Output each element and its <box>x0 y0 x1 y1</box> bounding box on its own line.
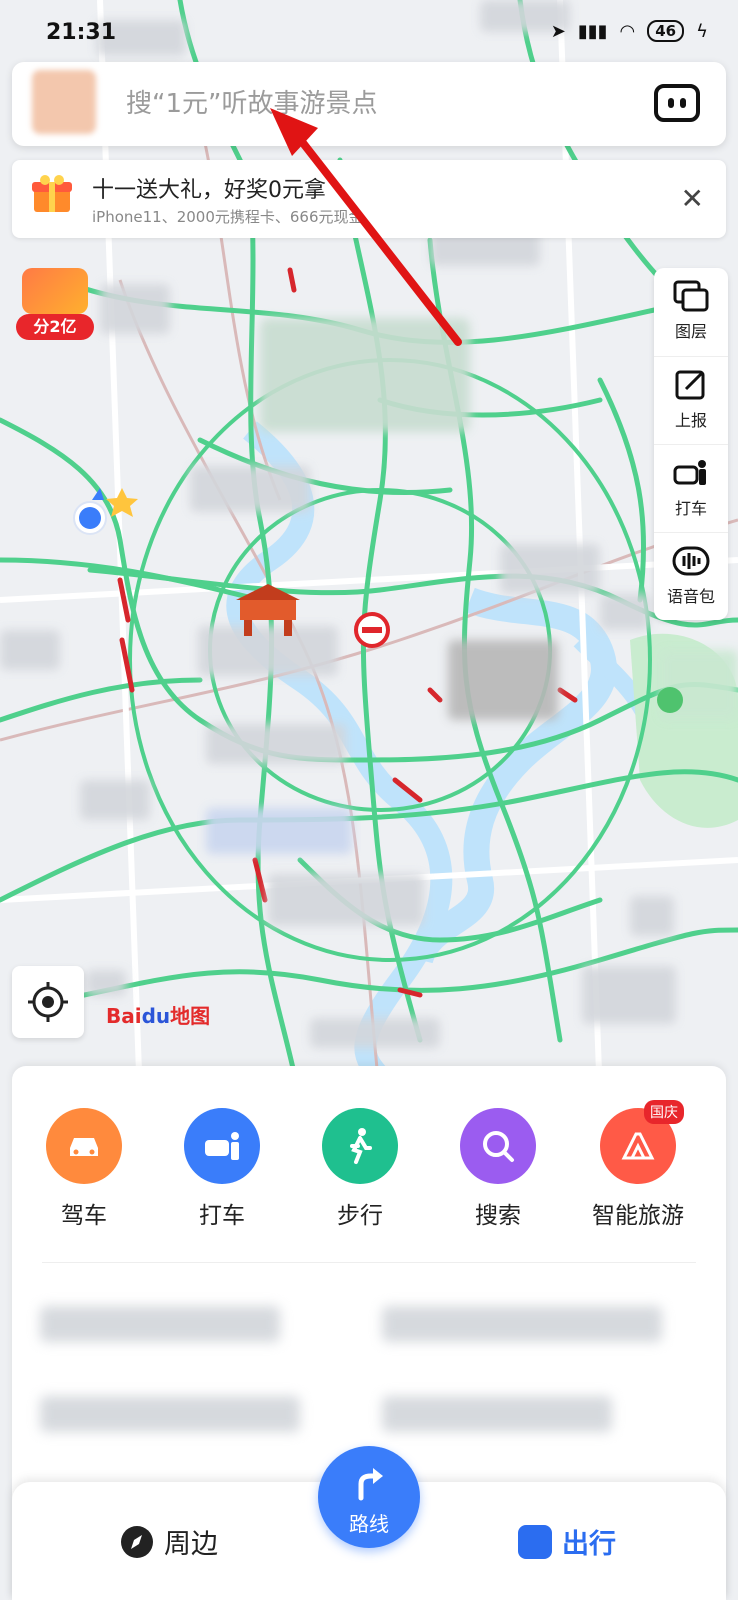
blurred-recommendation[interactable] <box>40 1396 300 1432</box>
route-button[interactable]: 路线 <box>318 1446 420 1548</box>
tool-voice-pack[interactable]: 语音包 <box>654 532 728 621</box>
charging-icon: ϟ <box>696 20 708 42</box>
walk-icon <box>322 1108 398 1184</box>
nav-nearby[interactable]: 周边 <box>120 1522 218 1561</box>
travel-icon: 国庆 <box>600 1100 684 1184</box>
voice-assistant-icon[interactable] <box>654 84 700 122</box>
bottom-nav: 周边 路线 出行 <box>12 1446 726 1600</box>
car-icon <box>46 1108 122 1184</box>
locate-button[interactable] <box>12 966 84 1038</box>
search-input[interactable] <box>124 80 608 128</box>
red-packet-label: 分2亿 <box>16 314 94 340</box>
red-packet-icon <box>22 268 88 314</box>
quick-action-travel[interactable]: 国庆 智能旅游 <box>578 1100 698 1230</box>
quick-action-walk-label: 步行 <box>337 1203 383 1229</box>
blurred-recommendation[interactable] <box>382 1306 662 1342</box>
quick-action-travel-label: 智能旅游 <box>592 1203 684 1229</box>
signal-icon: ▮▮▮ <box>577 20 608 42</box>
blurred-recommendation[interactable] <box>382 1396 612 1432</box>
holiday-badge: 国庆 <box>644 1100 684 1124</box>
nav-trip[interactable]: 出行 <box>518 1522 616 1561</box>
quick-action-taxi-label: 打车 <box>199 1203 245 1229</box>
close-icon[interactable]: ✕ <box>681 182 704 215</box>
tool-taxi[interactable]: 打车 <box>654 444 728 533</box>
route-label: 路线 <box>349 1512 389 1536</box>
tool-voice-pack-label: 语音包 <box>666 587 715 606</box>
brand-logo-suffix: 地图 <box>170 1004 211 1028</box>
quick-action-walk[interactable]: 步行 <box>300 1108 420 1230</box>
tool-report-label: 上报 <box>674 411 707 430</box>
brand-logo: Baidu地图 <box>106 1000 210 1029</box>
taxi-icon <box>184 1108 260 1184</box>
quick-action-taxi[interactable]: 打车 <box>162 1108 282 1230</box>
trip-icon <box>518 1524 552 1559</box>
park-poi-icon[interactable] <box>657 687 683 713</box>
avatar[interactable] <box>32 70 96 134</box>
blurred-recommendation[interactable] <box>40 1306 280 1342</box>
promo-subtitle: iPhone11、2000元携程卡、666元现金 <box>92 208 364 226</box>
crosshair-icon <box>28 982 68 1022</box>
no-entry-icon[interactable] <box>354 612 390 648</box>
tool-taxi-label: 打车 <box>674 499 707 518</box>
red-packet-activity[interactable]: 分2亿 <box>16 268 94 340</box>
gift-icon <box>32 175 72 212</box>
layers-icon <box>673 280 709 312</box>
report-icon <box>675 370 705 400</box>
voice-pack-icon <box>672 546 710 576</box>
wifi-icon: ◠ <box>619 20 636 42</box>
route-arrow-icon <box>358 1468 383 1501</box>
search-icon <box>460 1108 536 1184</box>
compass-icon <box>121 1525 153 1558</box>
quick-action-search[interactable]: 搜索 <box>438 1108 558 1230</box>
search-bar[interactable] <box>12 62 726 146</box>
tool-layers-label: 图层 <box>674 322 707 341</box>
nav-trip-label: 出行 <box>562 1529 616 1560</box>
tool-layers[interactable]: 图层 <box>654 268 728 356</box>
tool-report[interactable]: 上报 <box>654 356 728 445</box>
brand-logo-paw: du <box>141 1004 171 1028</box>
location-arrow-icon: ➤ <box>550 20 566 42</box>
quick-action-drive[interactable]: 驾车 <box>24 1108 144 1230</box>
nav-nearby-label: 周边 <box>164 1529 218 1560</box>
status-icons: ➤ ▮▮▮ ◠ 46 ϟ <box>551 20 708 42</box>
promo-banner[interactable]: 十一送大礼，好奖0元拿 iPhone11、2000元携程卡、666元现金 ✕ <box>12 160 726 238</box>
map-tools-panel: 图层 上报 打车 语音包 <box>654 268 728 620</box>
quick-action-search-label: 搜索 <box>475 1203 521 1229</box>
quick-action-drive-label: 驾车 <box>61 1203 107 1229</box>
brand-logo-text: Bai <box>106 1004 142 1028</box>
taxi-icon <box>673 460 706 485</box>
battery-indicator: 46 <box>647 20 685 42</box>
status-time: 21:31 <box>46 20 117 45</box>
status-bar: 21:31 ➤ ▮▮▮ ◠ 46 ϟ <box>0 0 738 62</box>
promo-title: 十一送大礼，好奖0元拿 <box>92 178 326 203</box>
panel-divider <box>42 1262 696 1263</box>
